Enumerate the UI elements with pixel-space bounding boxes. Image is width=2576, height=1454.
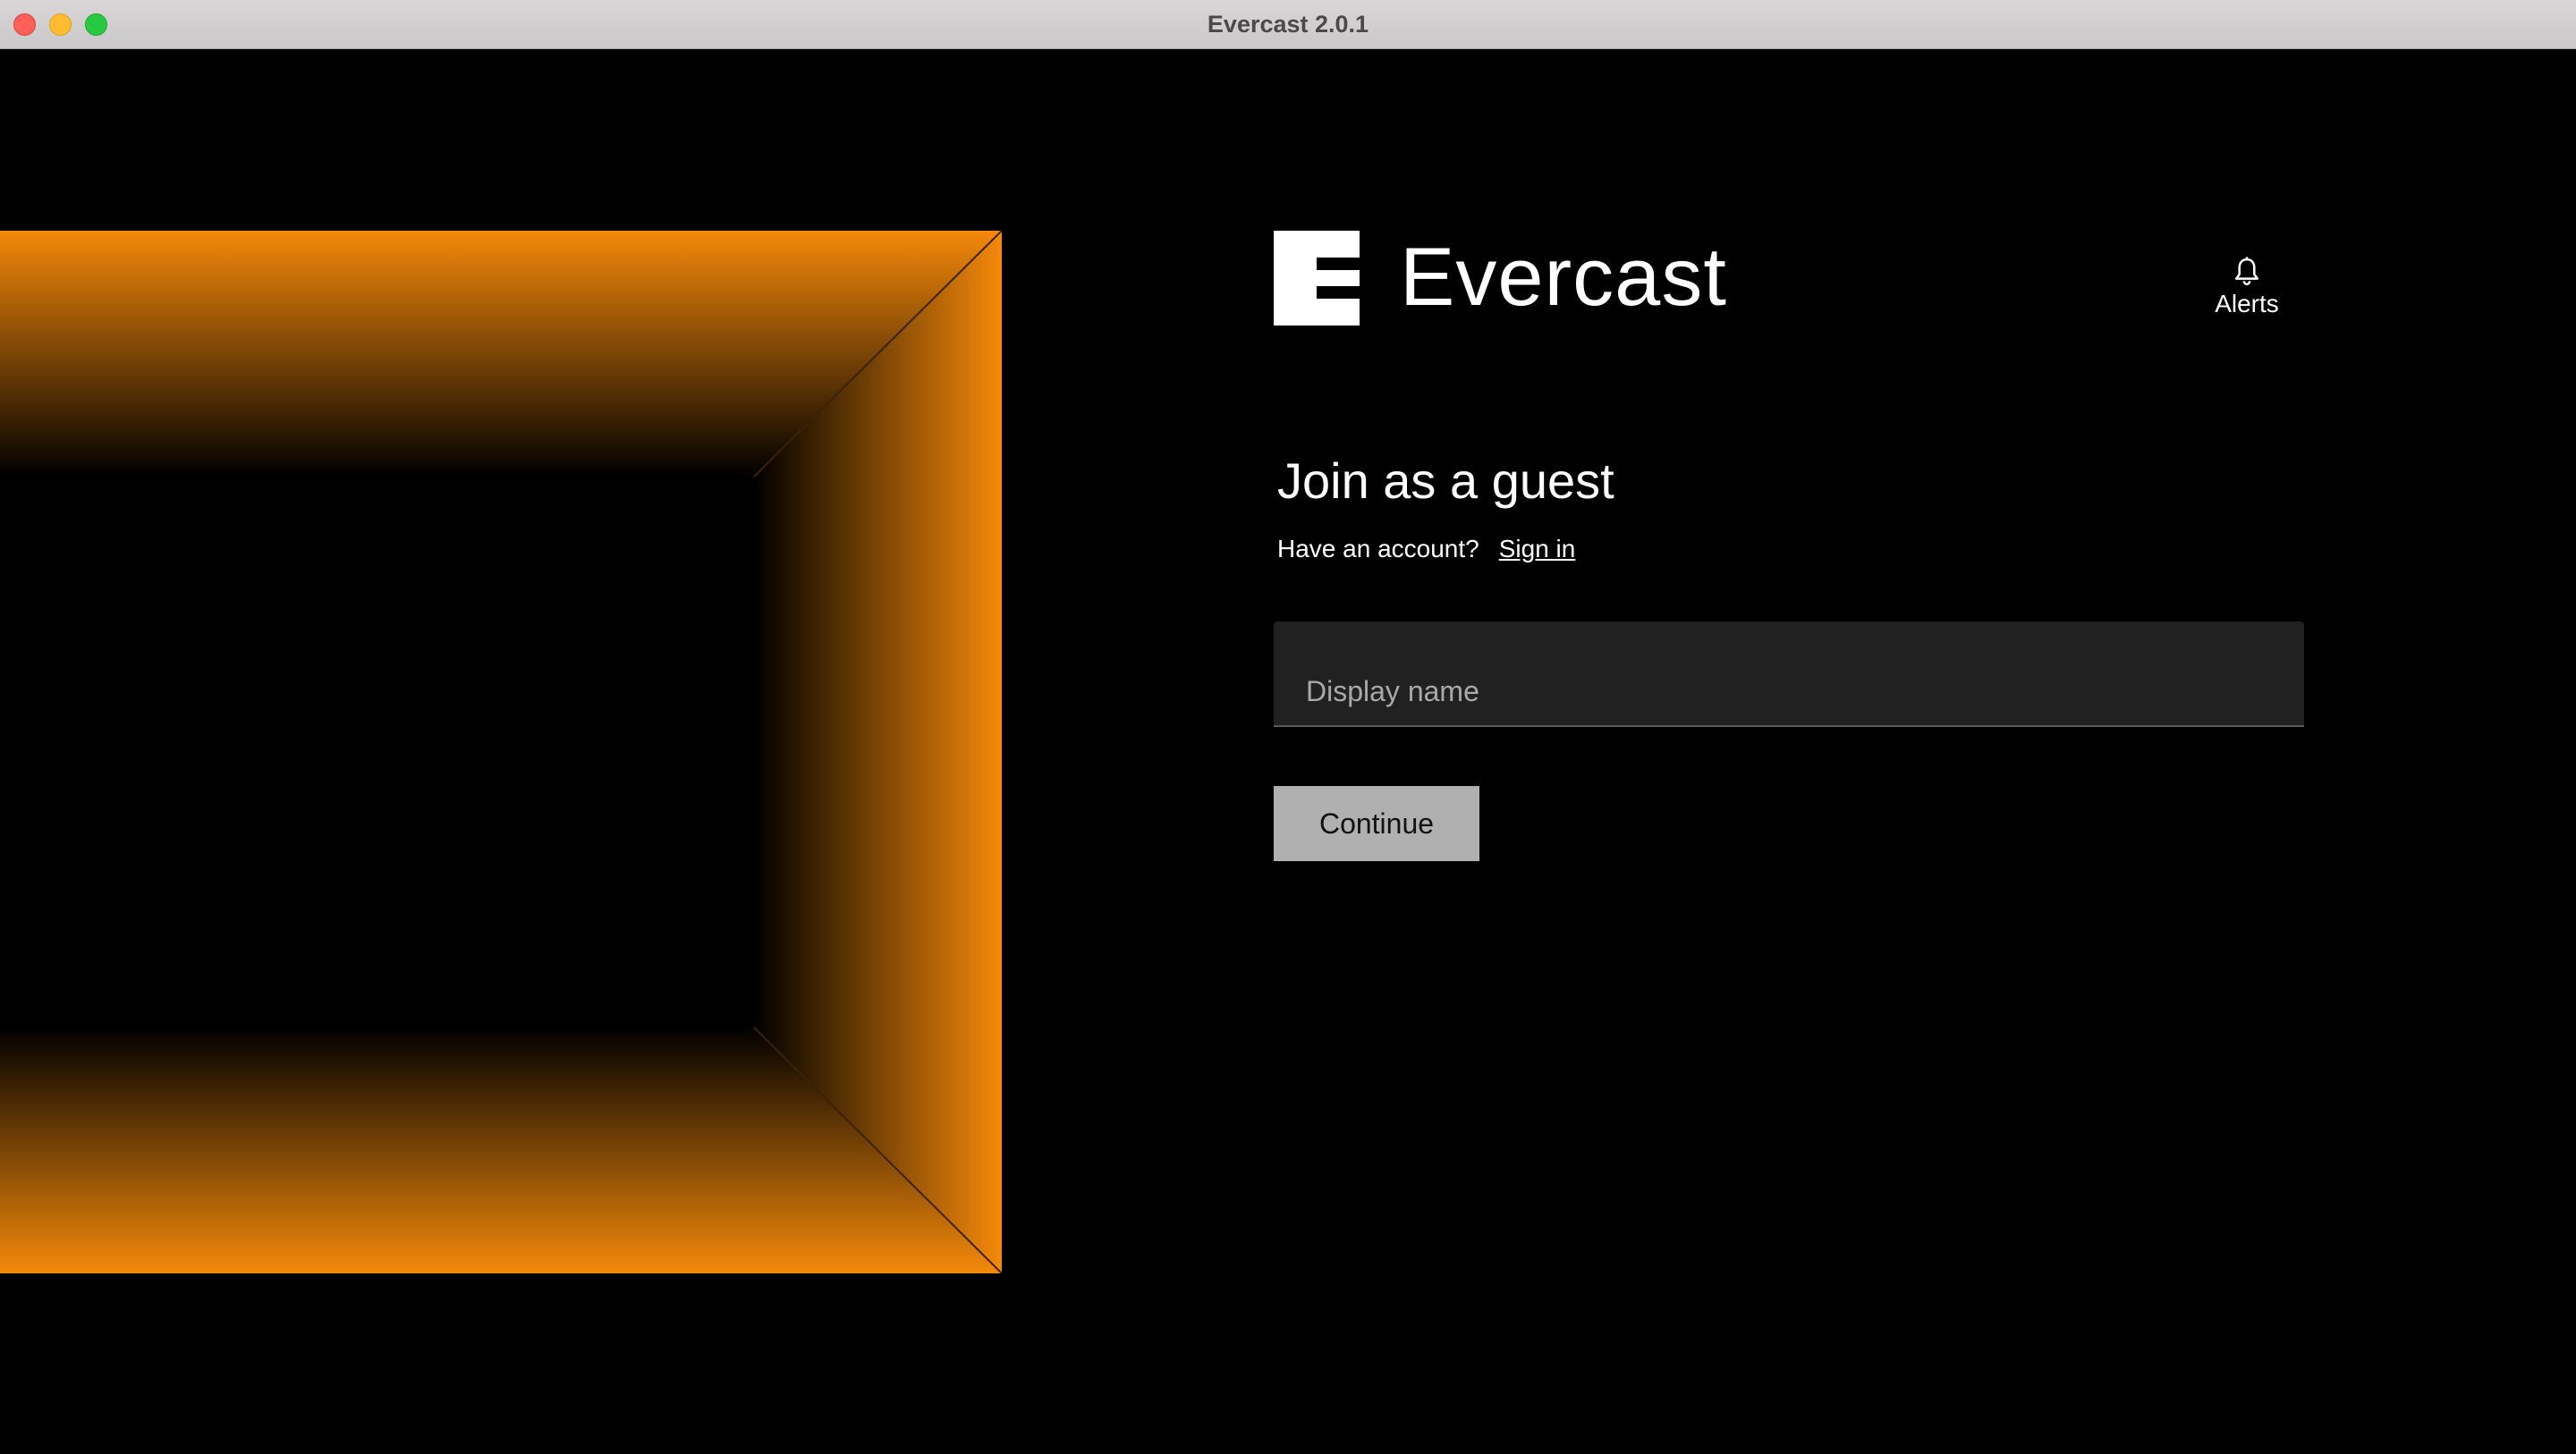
- alerts-label: Alerts: [2215, 290, 2279, 317]
- decorative-frame-graphic: [0, 231, 1002, 1273]
- display-name-input[interactable]: [1306, 672, 2272, 711]
- alerts-button[interactable]: Alerts: [2204, 256, 2290, 318]
- title-bar: Evercast 2.0.1: [0, 0, 2576, 49]
- display-name-field[interactable]: [1274, 621, 2304, 727]
- page-title: Join as a guest: [1277, 452, 1614, 509]
- evercast-e-logo: [1274, 231, 1360, 325]
- brand-name: Evercast: [1400, 232, 1727, 323]
- sign-in-link[interactable]: Sign in: [1499, 535, 1576, 562]
- window-title: Evercast 2.0.1: [1207, 11, 1369, 38]
- account-prompt-text: Have an account?: [1277, 535, 1479, 562]
- account-prompt-row: Have an account? Sign in: [1277, 531, 1575, 567]
- app-window: Evercast 2.0.1 Evercast Alerts Join as a…: [0, 0, 2576, 1454]
- continue-button[interactable]: Continue: [1274, 786, 1479, 861]
- bell-icon: [2234, 257, 2259, 286]
